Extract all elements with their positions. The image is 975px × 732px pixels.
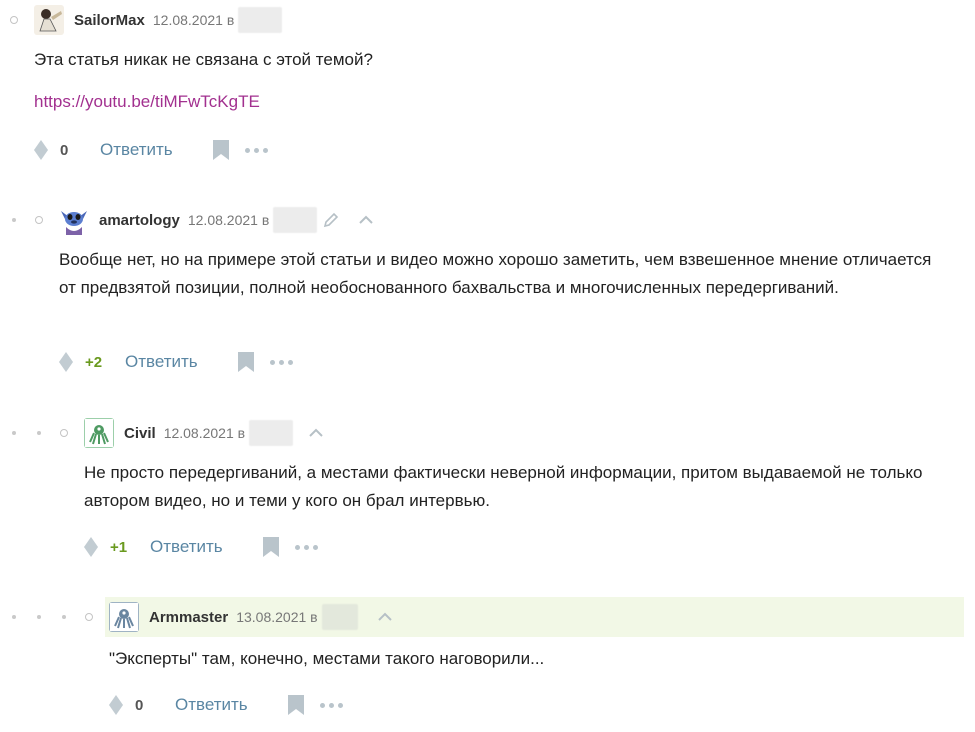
comment-actions: +2 Ответить	[59, 350, 293, 374]
more-icon[interactable]	[244, 147, 268, 153]
reply-button[interactable]: Ответить	[150, 537, 223, 557]
comment-actions: +1 Ответить	[84, 535, 318, 559]
username[interactable]: Civil	[124, 425, 156, 442]
avatar[interactable]	[84, 418, 114, 448]
reply-button[interactable]: Ответить	[100, 140, 173, 160]
thread-marker	[37, 615, 41, 619]
chevron-up-icon[interactable]	[309, 428, 323, 438]
bookmark-icon[interactable]	[287, 695, 304, 715]
more-icon[interactable]	[294, 544, 318, 550]
comment-date[interactable]: 12.08.2021 в	[188, 212, 269, 228]
username[interactable]: amartology	[99, 212, 180, 229]
comment-body: Вообще нет, но на примере этой статьи и …	[59, 250, 932, 297]
thread-marker	[12, 615, 16, 619]
comment-body: "Эксперты" там, конечно, местами такого …	[109, 649, 545, 668]
bookmark-icon[interactable]	[262, 537, 279, 557]
thread-marker	[85, 613, 93, 621]
comment-armmaster: Armmaster 13.08.2021 в "Эксперты" там, к…	[0, 597, 975, 732]
comment-header: Armmaster 13.08.2021 в	[105, 597, 964, 637]
comment-text: Вообще нет, но на примере этой статьи и …	[59, 246, 939, 301]
bookmark-icon[interactable]	[237, 352, 254, 372]
reply-button[interactable]: Ответить	[125, 352, 198, 372]
comment-date[interactable]: 12.08.2021 в	[153, 12, 234, 28]
username[interactable]: Armmaster	[149, 609, 228, 626]
comment-header: amartology 12.08.2021 в	[59, 203, 373, 237]
comment-link-line: https://youtu.be/tiMFwTcKgTE	[34, 88, 260, 116]
username[interactable]: SailorMax	[74, 12, 145, 29]
comment-sailormax: SailorMax 12.08.2021 в Эта статья никак …	[0, 0, 975, 180]
score: 0	[135, 696, 144, 714]
comment-body: Не просто передергиваний, а местами факт…	[84, 463, 923, 510]
more-icon[interactable]	[269, 359, 293, 365]
comment-actions: 0 Ответить	[34, 138, 268, 162]
avatar[interactable]	[109, 602, 139, 632]
chevron-up-icon[interactable]	[377, 612, 392, 622]
vote-icon[interactable]	[59, 352, 73, 372]
thread-marker	[10, 16, 18, 24]
youtube-link[interactable]: https://youtu.be/tiMFwTcKgTE	[34, 92, 260, 111]
comment-civil: Civil 12.08.2021 в Не просто передергива…	[0, 413, 975, 583]
comment-date[interactable]: 12.08.2021 в	[164, 425, 245, 441]
edit-icon[interactable]	[323, 212, 339, 228]
thread-marker	[12, 218, 16, 222]
comment-time-blurred	[249, 420, 294, 446]
chevron-up-icon[interactable]	[359, 215, 373, 225]
comment-date[interactable]: 13.08.2021 в	[236, 609, 317, 625]
comment-time-blurred	[238, 7, 283, 33]
reply-button[interactable]: Ответить	[175, 695, 248, 715]
thread-marker	[37, 431, 41, 435]
comment-actions: 0 Ответить	[109, 693, 343, 717]
more-icon[interactable]	[319, 702, 343, 708]
thread-marker	[35, 216, 43, 224]
bookmark-icon[interactable]	[212, 140, 229, 160]
avatar[interactable]	[59, 205, 89, 235]
vote-icon[interactable]	[34, 140, 48, 160]
vote-icon[interactable]	[109, 695, 123, 715]
avatar[interactable]	[34, 5, 64, 35]
comment-header: SailorMax 12.08.2021 в	[34, 3, 283, 37]
comment-header: Civil 12.08.2021 в	[84, 416, 323, 450]
comment-text: Не просто передергиваний, а местами факт…	[84, 459, 954, 514]
score: +2	[85, 353, 103, 371]
comment-text: Эта статья никак не связана с этой темой…	[34, 46, 934, 74]
thread-marker	[60, 429, 68, 437]
score: 0	[60, 141, 69, 159]
score: +1	[110, 538, 128, 556]
thread-marker	[62, 615, 66, 619]
comment-text: "Эксперты" там, конечно, местами такого …	[109, 645, 949, 673]
vote-icon[interactable]	[84, 537, 98, 557]
thread-marker	[12, 431, 16, 435]
comment-time-blurred	[273, 207, 318, 233]
comment-amartology: amartology 12.08.2021 в Вообще нет, но н…	[0, 200, 975, 390]
comment-body: Эта статья никак не связана с этой темой…	[34, 50, 373, 69]
comment-time-blurred	[321, 604, 358, 630]
